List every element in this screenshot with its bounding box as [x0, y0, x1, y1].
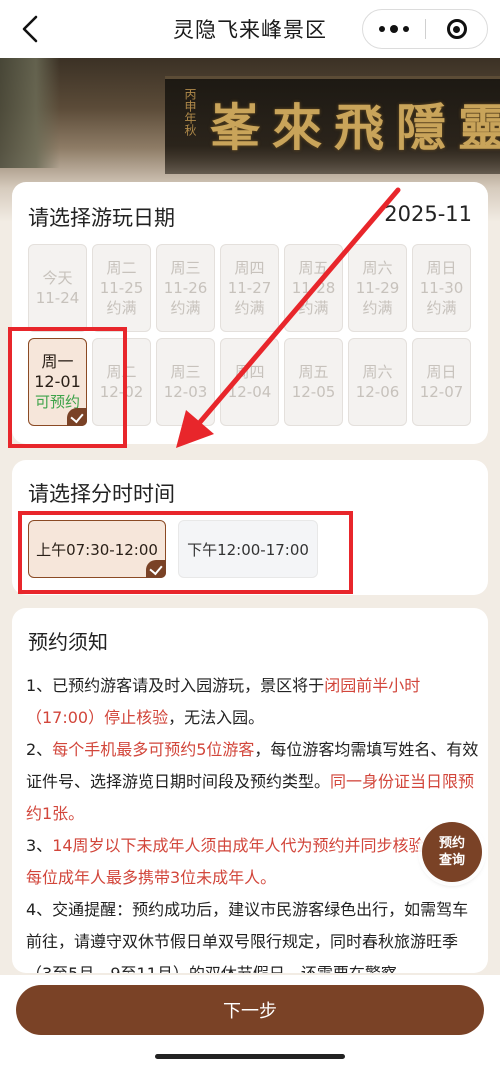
notice-text: ，无法入园。	[168, 708, 265, 727]
navbar: 灵隐飞来峰景区	[0, 0, 500, 58]
date-cell[interactable]: 周二 11-25 约满	[92, 244, 151, 332]
date-weekday: 周六	[362, 363, 393, 381]
notice-body: 1、已预约游客请及时入园游玩，景区将于闭园前半小时（17:00）停止核验，无法入…	[26, 670, 482, 973]
highlight-box-date	[8, 327, 127, 448]
booking-query-button[interactable]: 预约查询	[422, 822, 482, 882]
notice-highlight: 每个手机最多可预约5位游客	[52, 740, 255, 759]
date-cell[interactable]: 周六 12-06	[348, 338, 407, 426]
booking-query-label: 预约查询	[438, 836, 465, 868]
date-weekday: 今天	[42, 269, 73, 287]
date-weekday: 周三	[170, 363, 201, 381]
date-value: 11-26	[163, 279, 208, 297]
home-indicator	[155, 1054, 345, 1059]
date-weekday: 周四	[234, 259, 265, 277]
notice-text: 2、	[26, 740, 53, 759]
date-value: 11-25	[99, 279, 144, 297]
notice-item-4: 4、交通提醒：预约成功后，建议市民游客绿色出行，如需驾车前往，请遵守双休节假日单…	[26, 894, 482, 973]
date-value: 12-06	[355, 383, 400, 401]
date-weekday: 周五	[298, 259, 329, 277]
date-status: 约满	[426, 299, 457, 317]
banner-trees	[0, 58, 60, 168]
date-value: 12-07	[419, 383, 464, 401]
date-weekday: 周五	[298, 363, 329, 381]
notice-item-3: 3、14周岁以下未成年人须由成年人代为预约并同步核验入园，每位成年人最多携带3位…	[26, 830, 482, 894]
plaque-seal-text: 丙申年秋	[183, 88, 197, 136]
notice-title: 预约须知	[28, 630, 108, 654]
highlight-box-time	[18, 511, 353, 594]
plaque-calligraphy: 峯來飛隱靈	[210, 98, 500, 157]
date-cell[interactable]: 周日 12-07	[412, 338, 471, 426]
date-cell[interactable]: 周四 11-27 约满	[220, 244, 279, 332]
date-value: 12-05	[291, 383, 336, 401]
date-value: 12-04	[227, 383, 272, 401]
date-section-title: 请选择游玩日期	[28, 206, 175, 230]
date-value: 12-03	[163, 383, 208, 401]
date-weekday: 周日	[426, 363, 457, 381]
date-cell[interactable]: 周日 11-30 约满	[412, 244, 471, 332]
date-weekday: 周四	[234, 363, 265, 381]
date-cell[interactable]: 周四 12-04	[220, 338, 279, 426]
date-weekday: 周三	[170, 259, 201, 277]
notice-item-2: 2、每个手机最多可预约5位游客，每位游客均需填写姓名、有效证件号、选择游览日期时…	[26, 734, 482, 830]
date-cell[interactable]: 周五 11-28 约满	[284, 244, 343, 332]
date-status: 约满	[106, 299, 137, 317]
date-status: 约满	[298, 299, 329, 317]
date-weekday: 周二	[106, 259, 137, 277]
target-close-icon[interactable]	[426, 10, 487, 48]
more-dots-icon[interactable]	[363, 10, 425, 48]
date-cell[interactable]: 周三 12-03	[156, 338, 215, 426]
date-weekday: 周日	[426, 259, 457, 277]
notice-card: 预约须知 1、已预约游客请及时入园游玩，景区将于闭园前半小时（17:00）停止核…	[12, 608, 488, 973]
notice-text: 4、交通提醒：预约成功后，建议市民游客绿色出行，如需驾车前往，请遵守双休节假日单…	[26, 900, 469, 973]
mini-program-capsule	[362, 9, 488, 49]
time-section-title: 请选择分时时间	[28, 482, 175, 506]
date-cell[interactable]: 周六 11-29 约满	[348, 244, 407, 332]
date-value: 11-28	[291, 279, 336, 297]
next-step-button[interactable]: 下一步	[16, 985, 484, 1035]
date-status: 约满	[362, 299, 393, 317]
date-status: 约满	[170, 299, 201, 317]
notice-highlight: 14周岁以下未成年人须由成年人代为预约并同步核验入园，每位成年人最多携带3位未成…	[26, 836, 473, 887]
next-step-label: 下一步	[223, 1001, 277, 1022]
date-cell[interactable]: 今天 11-24	[28, 244, 87, 332]
page-title: 灵隐飞来峰景区	[173, 18, 327, 42]
date-weekday: 周六	[362, 259, 393, 277]
chevron-left-icon[interactable]	[18, 14, 42, 44]
date-value: 11-29	[355, 279, 400, 297]
notice-text: 1、已预约游客请及时入园游玩，景区将于	[26, 676, 325, 695]
date-value: 11-24	[35, 289, 80, 307]
date-value: 11-27	[227, 279, 272, 297]
date-cell[interactable]: 周五 12-05	[284, 338, 343, 426]
date-status: 约满	[234, 299, 265, 317]
notice-text: 3、	[26, 836, 53, 855]
date-value: 11-30	[419, 279, 464, 297]
date-cell[interactable]: 周三 11-26 约满	[156, 244, 215, 332]
year-month-label: 2025-11	[384, 202, 472, 226]
notice-item-1: 1、已预约游客请及时入园游玩，景区将于闭园前半小时（17:00）停止核验，无法入…	[26, 670, 482, 734]
